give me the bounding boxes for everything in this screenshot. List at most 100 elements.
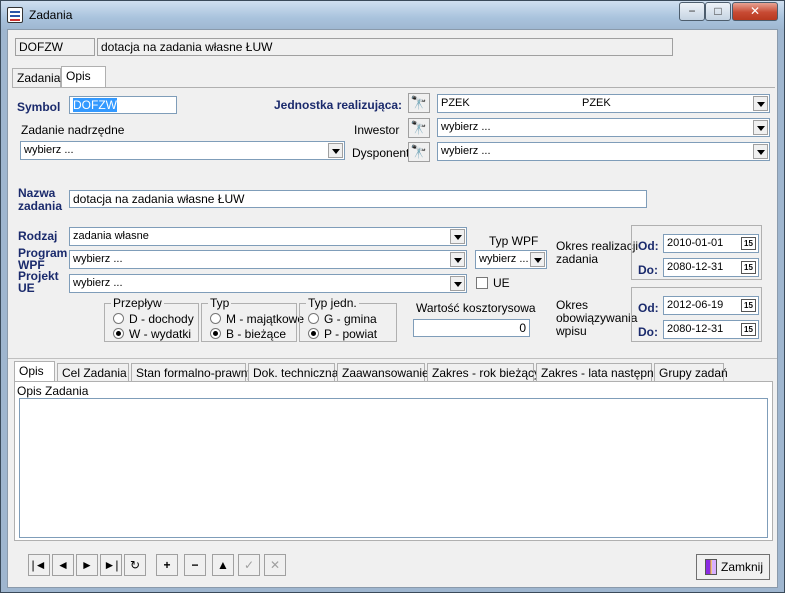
typ-jedn-radio-p[interactable]: P - powiat xyxy=(308,327,377,341)
close-button[interactable]: Zamknij xyxy=(696,554,770,580)
inwestor-select[interactable]: wybierz ... xyxy=(437,118,770,137)
binoculars-icon[interactable]: 🔭 xyxy=(408,118,430,138)
tab-opis-bottom[interactable]: Opis xyxy=(14,361,55,382)
nazwa-input[interactable]: dotacja na zadania własne ŁUW xyxy=(69,190,647,208)
chevron-down-icon[interactable] xyxy=(328,143,343,158)
calendar-icon[interactable]: 15 xyxy=(741,237,756,250)
typ-wpf-select[interactable]: wybierz ... xyxy=(475,250,547,269)
tab-opis[interactable]: Opis xyxy=(61,66,106,87)
chevron-down-icon[interactable] xyxy=(753,120,768,135)
tab-zadania[interactable]: Zadania xyxy=(12,68,61,87)
opis-panel: Opis Zadania xyxy=(14,381,773,541)
confirm-button[interactable]: ✓ xyxy=(238,554,260,576)
window-title: Zadania xyxy=(29,8,73,22)
last-record-button[interactable]: ►| xyxy=(100,554,122,576)
przeplyw-title: Przepływ xyxy=(111,296,164,310)
title-bar: Zadania − □ ✕ xyxy=(1,1,784,29)
remove-button[interactable]: − xyxy=(184,554,206,576)
bottom-tabs: Opis Cel Zadania Stan formalno-prawny Do… xyxy=(14,361,774,383)
cancel-button[interactable]: ✕ xyxy=(264,554,286,576)
chevron-down-icon[interactable] xyxy=(450,252,465,267)
ue-label: UE xyxy=(493,276,510,290)
realizacja-od-date[interactable]: 2010-01-01 15 xyxy=(663,234,759,253)
obow-od-date[interactable]: 2012-06-19 15 xyxy=(663,296,759,315)
prev-record-button[interactable]: ◄ xyxy=(52,554,74,576)
obow-do-date[interactable]: 2080-12-31 15 xyxy=(663,320,759,339)
dysponent-select[interactable]: wybierz ... xyxy=(437,142,770,161)
tab-dok-techniczna[interactable]: Dok. techniczna xyxy=(248,363,338,382)
okres-obow-group: Od: 2012-06-19 15 Do: 2080-12-31 15 xyxy=(631,287,762,342)
tab-stan-formalno-prawny[interactable]: Stan formalno-prawny xyxy=(131,363,253,382)
realizacja-od-label: Od: xyxy=(638,239,659,253)
chevron-down-icon[interactable] xyxy=(753,144,768,159)
zadanie-nadrzedne-value: wybierz ... xyxy=(24,144,74,156)
rodzaj-value: zadania własne xyxy=(73,230,149,242)
calendar-icon[interactable]: 15 xyxy=(741,261,756,274)
maximize-button[interactable]: □ xyxy=(705,2,731,21)
wartosc-input[interactable]: 0 xyxy=(413,319,530,337)
ue-checkbox[interactable]: UE xyxy=(476,276,510,290)
tab-grupy-zadan[interactable]: Grupy zadań xyxy=(654,363,728,382)
close-window-button[interactable]: ✕ xyxy=(732,2,778,21)
okres-realizacji-line2: zadania xyxy=(556,252,599,266)
header-code-field: DOFZW xyxy=(15,38,95,56)
zadanie-nadrzedne-label: Zadanie nadrzędne xyxy=(21,123,125,137)
rodzaj-select[interactable]: zadania własne xyxy=(69,227,467,246)
typ-jedn-title: Typ jedn. xyxy=(306,296,359,310)
client-area: DOFZW dotacja na zadania własne ŁUW Zada… xyxy=(7,29,778,588)
zadanie-nadrzedne-select[interactable]: wybierz ... xyxy=(20,141,345,160)
tab-zakres-rok-biezacy[interactable]: Zakres - rok bieżący xyxy=(427,363,540,382)
calendar-icon[interactable]: 15 xyxy=(741,323,756,336)
przeplyw-radio-d[interactable]: D - dochody xyxy=(113,312,194,326)
dysponent-label: Dysponent xyxy=(352,146,410,160)
opis-zadania-textarea[interactable] xyxy=(19,398,768,538)
tab-zaawansowanie[interactable]: Zaawansowanie xyxy=(337,363,429,382)
typ-wpf-label: Typ WPF xyxy=(489,234,539,248)
okres-realizacji-group: Od: 2010-01-01 15 Do: 2080-12-31 15 xyxy=(631,225,762,280)
program-select[interactable]: wybierz ... xyxy=(69,250,467,269)
calendar-icon[interactable]: 15 xyxy=(741,299,756,312)
inwestor-label: Inwestor xyxy=(354,123,400,137)
door-icon xyxy=(705,559,717,575)
checkbox-box[interactable] xyxy=(476,277,488,289)
obow-do-value: 2080-12-31 xyxy=(667,323,724,335)
przeplyw-group: Przepływ D - dochody W - wydatki xyxy=(104,296,199,342)
tab-divider xyxy=(12,87,775,88)
jednostka-select[interactable]: PZEK PZEK xyxy=(437,94,770,113)
next-record-button[interactable]: ► xyxy=(76,554,98,576)
refresh-button[interactable]: ↻ xyxy=(124,554,146,576)
tab-cel-zadania[interactable]: Cel Zadania xyxy=(57,363,129,382)
tab-zakres-lata-nastepne[interactable]: Zakres - lata następne xyxy=(536,363,660,382)
header-name-field: dotacja na zadania własne ŁUW xyxy=(97,38,673,56)
jednostka-value-2: PZEK xyxy=(582,97,611,109)
projekt-label: Projekt UE xyxy=(18,270,59,294)
symbol-input[interactable]: DOFZW xyxy=(69,96,177,114)
edit-button[interactable]: ▲ xyxy=(212,554,234,576)
program-label: Program WPF xyxy=(18,247,67,271)
obow-do-label: Do: xyxy=(638,325,658,339)
opis-zadania-label: Opis Zadania xyxy=(17,384,89,398)
app-icon xyxy=(7,7,23,23)
obow-od-label: Od: xyxy=(638,301,659,315)
realizacja-do-date[interactable]: 2080-12-31 15 xyxy=(663,258,759,277)
chevron-down-icon[interactable] xyxy=(753,96,768,111)
typ-jedn-radio-g[interactable]: G - gmina xyxy=(308,312,377,326)
przeplyw-radio-w[interactable]: W - wydatki xyxy=(113,327,191,341)
obow-od-value: 2012-06-19 xyxy=(667,299,724,311)
projekt-select[interactable]: wybierz ... xyxy=(69,274,467,293)
add-button[interactable]: + xyxy=(156,554,178,576)
chevron-down-icon[interactable] xyxy=(450,276,465,291)
binoculars-icon[interactable]: 🔭 xyxy=(408,142,430,162)
chevron-down-icon[interactable] xyxy=(530,252,545,267)
first-record-button[interactable]: |◄ xyxy=(28,554,50,576)
app-window: Zadania − □ ✕ DOFZW dotacja na zadania w… xyxy=(0,0,785,593)
rodzaj-label: Rodzaj xyxy=(18,229,58,243)
realizacja-do-label: Do: xyxy=(638,263,658,277)
okres-obow-label: Okres obowiązywania wpisu xyxy=(556,299,637,338)
binoculars-icon[interactable]: 🔭 xyxy=(408,93,430,113)
nazwa-label: Nazwa zadania xyxy=(18,187,62,213)
minimize-button[interactable]: − xyxy=(679,2,705,21)
chevron-down-icon[interactable] xyxy=(450,229,465,244)
typ-radio-b[interactable]: B - bieżące xyxy=(210,327,286,341)
typ-radio-m[interactable]: M - majątkowe xyxy=(210,312,304,326)
